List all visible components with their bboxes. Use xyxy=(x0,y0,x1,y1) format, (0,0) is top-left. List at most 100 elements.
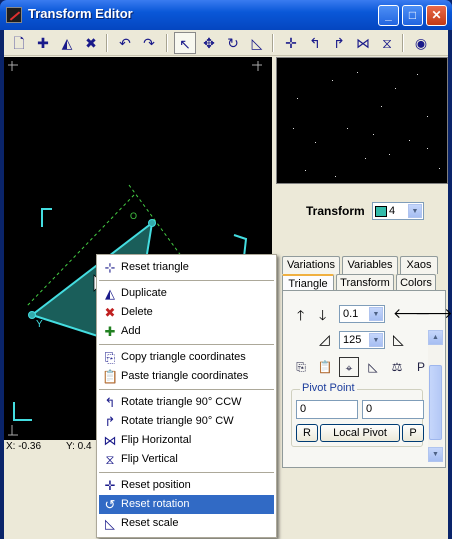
window-title: Transform Editor xyxy=(28,6,133,21)
delete-icon: ✖ xyxy=(104,305,116,320)
move-up-icon[interactable]: 🡑 xyxy=(297,305,304,329)
transform-select[interactable]: 4 ▼ xyxy=(372,202,424,220)
pivot-y-input[interactable]: 0 xyxy=(362,400,424,419)
preview-star xyxy=(427,116,428,117)
status-y: Y: 0.4 xyxy=(66,441,92,452)
chevron-down-icon[interactable]: ▼ xyxy=(369,333,383,347)
context-menu: ⊹ Reset triangle ◭ Duplicate ✖ Delete ✚ Add ⎘ Cop… xyxy=(96,254,277,538)
menu-item-label: Delete xyxy=(121,306,153,318)
transform-color-swatch xyxy=(375,206,387,217)
scroll-thumb[interactable] xyxy=(429,365,442,440)
guide-mark xyxy=(8,61,18,71)
panel-scrollbar[interactable]: ▲ ▼ xyxy=(428,330,443,462)
toolbar: 🗋 ✚ ◭ ✖ ↶ ↷ ↖ ✥ ↻ ◺ ✛ ↰ ↱ ⋈ ⧖ ◉ xyxy=(4,30,448,56)
copy-icon: ⎘ xyxy=(104,350,116,365)
close-button[interactable]: ✕ xyxy=(426,5,447,26)
app-icon xyxy=(6,7,22,23)
menu-item-label: Reset scale xyxy=(121,517,179,529)
menu-item-flip-vertical[interactable]: ⧖ Flip Vertical xyxy=(99,450,274,469)
copy-icon[interactable]: ⎘ xyxy=(291,357,311,377)
scroll-up-icon[interactable]: ▲ xyxy=(428,330,443,345)
undo-button[interactable]: ↶ xyxy=(114,32,136,54)
preview-star xyxy=(395,88,396,89)
minimize-button[interactable]: _ xyxy=(378,5,399,26)
menu-item-paste-triangle-coordinates[interactable]: 📋 Paste triangle coordinates xyxy=(99,367,274,386)
rotate-cw-button[interactable]: ↱ xyxy=(328,32,350,54)
scale-mode-button[interactable]: ◺ xyxy=(246,32,268,54)
menu-item-add[interactable]: ✚ Add xyxy=(99,322,274,341)
pivot-point-label: Pivot Point xyxy=(300,382,357,394)
duplicate-transform-button[interactable]: ◭ xyxy=(56,32,78,54)
preview-star xyxy=(315,142,316,143)
new-button[interactable]: 🗋 xyxy=(8,32,30,54)
rotate-ccw-button[interactable]: ↰ xyxy=(304,32,326,54)
redo-button[interactable]: ↷ xyxy=(138,32,160,54)
tab-xaos[interactable]: Xaos xyxy=(400,256,438,274)
scale-icon[interactable]: ◺ xyxy=(363,357,383,377)
local-pivot-button[interactable]: Local Pivot xyxy=(320,424,400,442)
preview-star xyxy=(365,158,366,159)
move-right-icon[interactable]: 🡒 xyxy=(415,305,452,322)
pivot-x-input[interactable]: 0 xyxy=(296,400,358,419)
menu-item-duplicate[interactable]: ◭ Duplicate xyxy=(99,284,274,303)
menu-item-reset-rotation[interactable]: ↺ Reset rotation xyxy=(99,495,274,514)
chevron-down-icon[interactable]: ▼ xyxy=(369,307,383,321)
add-transform-button[interactable]: ✚ xyxy=(32,32,54,54)
triangle-vertex-o xyxy=(148,219,156,227)
select-points-icon[interactable]: ⌖ xyxy=(339,357,359,377)
view-options-button[interactable]: ◉ xyxy=(410,32,432,54)
preview-star xyxy=(305,170,306,171)
chevron-down-icon[interactable]: ▼ xyxy=(408,204,422,218)
reset-rotation-icon: ↺ xyxy=(104,497,116,512)
tab-variables[interactable]: Variables xyxy=(342,256,398,274)
menu-item-reset-triangle[interactable]: ⊹ Reset triangle xyxy=(99,258,274,277)
preview-star xyxy=(347,128,348,129)
move-mode-button[interactable]: ✥ xyxy=(198,32,220,54)
paste-icon[interactable]: 📋 xyxy=(315,357,335,377)
paste-icon: 📋 xyxy=(102,369,119,384)
transform-label: Transform xyxy=(306,204,365,218)
scroll-down-icon[interactable]: ▼ xyxy=(428,447,443,462)
menu-separator xyxy=(99,344,274,345)
tab-variations[interactable]: Variations xyxy=(282,256,340,274)
menu-item-reset-position[interactable]: ✛ Reset position xyxy=(99,476,274,495)
menu-item-delete[interactable]: ✖ Delete xyxy=(99,303,274,322)
preview-star xyxy=(332,80,333,81)
step-select[interactable]: 0.1 ▼ xyxy=(339,305,385,323)
angle-value: 125 xyxy=(343,334,362,346)
maximize-button[interactable]: □ xyxy=(402,5,423,26)
step-value: 0.1 xyxy=(343,308,359,320)
menu-item-label: Reset position xyxy=(121,479,191,491)
pivot-point-group: Pivot Point 0 0 R Local Pivot P xyxy=(291,382,424,447)
rotate-mode-button[interactable]: ↻ xyxy=(222,32,244,54)
reset-position-button[interactable]: ✛ xyxy=(280,32,302,54)
reset-scale-icon: ◺ xyxy=(105,516,115,531)
flip-horizontal-button[interactable]: ⋈ xyxy=(352,32,374,54)
preview-star xyxy=(427,148,428,149)
transform-panel: Transform 4 ▼ Variations Variables Xaos Tr… xyxy=(276,188,452,468)
pivot-pick-button[interactable]: P xyxy=(402,424,424,442)
flame-preview xyxy=(276,57,448,184)
menu-item-label: Flip Vertical xyxy=(121,453,178,465)
title-bar[interactable]: Transform Editor _ □ ✕ xyxy=(0,0,452,30)
menu-item-flip-horizontal[interactable]: ⋈ Flip Horizontal xyxy=(99,431,274,450)
select-mode-button[interactable]: ↖ xyxy=(174,32,196,54)
move-down-icon[interactable]: 🡓 xyxy=(319,305,326,329)
menu-item-rotate-triangle-90-cw[interactable]: ↱ Rotate triangle 90° CW xyxy=(99,412,274,431)
menu-item-copy-triangle-coordinates[interactable]: ⎘ Copy triangle coordinates xyxy=(99,348,274,367)
preview-star xyxy=(439,168,440,169)
ref-marker xyxy=(41,208,52,227)
guide-mark xyxy=(8,425,18,436)
rotate-right-angle-icon[interactable]: ◺ xyxy=(393,331,404,348)
angle-select[interactable]: 125 ▼ xyxy=(339,331,385,349)
menu-item-rotate-triangle-90-ccw[interactable]: ↰ Rotate triangle 90° CCW xyxy=(99,393,274,412)
flip-vertical-button[interactable]: ⧖ xyxy=(376,32,398,54)
pivot-reset-button[interactable]: R xyxy=(296,424,318,442)
preview-star xyxy=(297,98,298,99)
menu-item-label: Flip Horizontal xyxy=(121,434,192,446)
delete-transform-button[interactable]: ✖ xyxy=(80,32,102,54)
balance-icon[interactable]: ⚖ xyxy=(387,357,407,377)
menu-item-label: Reset triangle xyxy=(121,261,189,273)
rotate-left-angle-icon[interactable]: ◿ xyxy=(319,331,330,348)
menu-item-reset-scale[interactable]: ◺ Reset scale xyxy=(99,514,274,533)
